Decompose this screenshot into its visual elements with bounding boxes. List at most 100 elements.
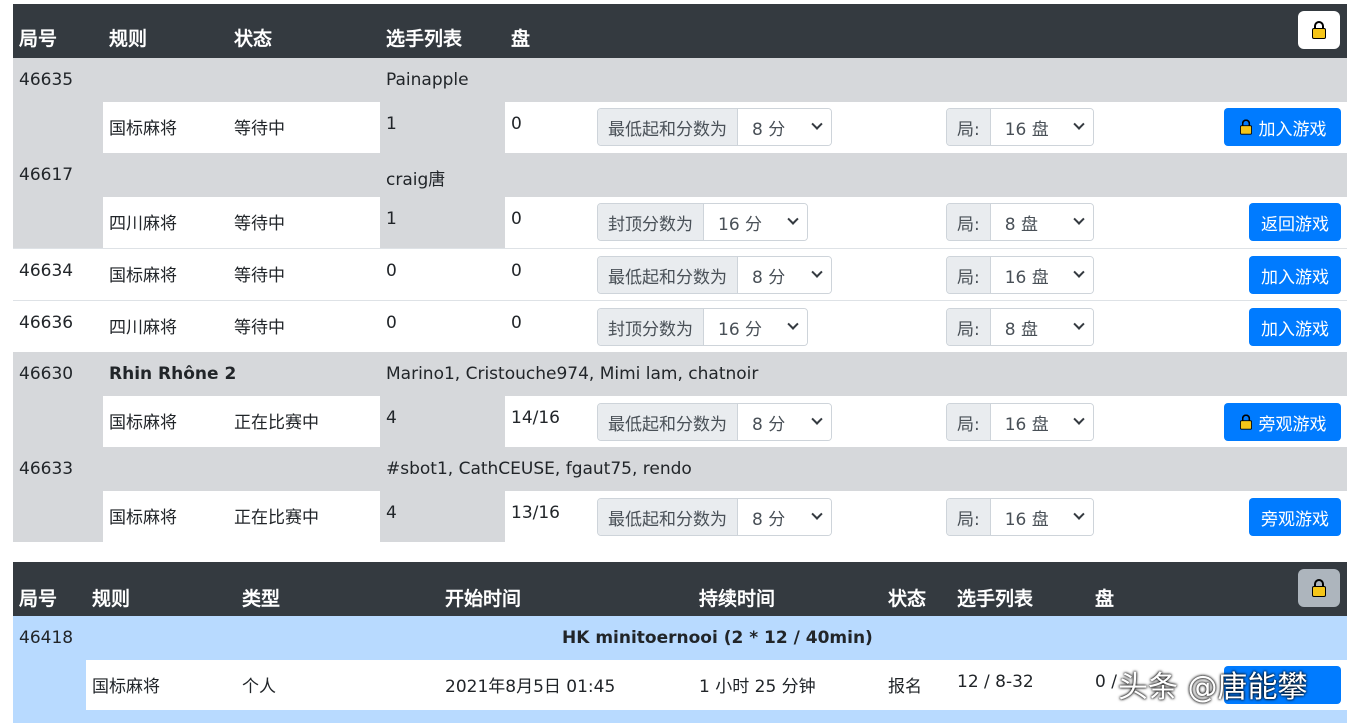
round-select[interactable]: 局: 16 盘 [946, 403, 1094, 441]
round-select[interactable]: 局: 16 盘 [946, 108, 1094, 146]
game-name: Rhin Rhône 2 [109, 364, 237, 384]
round-select-label: 局: [947, 499, 991, 535]
score-select[interactable]: 最低起和分数为 8 分 [597, 403, 832, 441]
game-title-row: 46633 #sbot1, CathCEUSE, fgaut75, rendo [13, 447, 1347, 491]
game-rounds-played: 0 [511, 313, 522, 333]
chevron-down-icon [1073, 508, 1085, 520]
score-select[interactable]: 最低起和分数为 8 分 [597, 256, 832, 294]
lock-icon [1239, 414, 1252, 430]
game-status: 正在比赛中 [234, 508, 319, 528]
chevron-down-icon [1073, 118, 1085, 130]
join-game-label: 加入游戏 [1261, 267, 1329, 288]
game-id: 46630 [19, 364, 74, 384]
join-game-label: 加入游戏 [1261, 319, 1329, 340]
game-rounds-played: 0 [511, 261, 522, 281]
score-select-label: 封顶分数为 [598, 309, 704, 345]
score-select-value: 8 分 [752, 414, 786, 435]
game-id: 46636 [19, 313, 74, 333]
game-player-count: 1 [386, 114, 397, 134]
round-select[interactable]: 局: 16 盘 [946, 498, 1094, 536]
game-rounds-played: 13/16 [511, 503, 560, 523]
tournament-players: 12 / 8-32 [957, 672, 1034, 692]
round-select[interactable]: 局: 8 盘 [946, 308, 1094, 346]
chevron-down-icon [811, 508, 823, 520]
round-select[interactable]: 局: 16 盘 [946, 256, 1094, 294]
header-rule: 规则 [109, 28, 148, 50]
score-select-label: 最低起和分数为 [598, 499, 738, 535]
game-id: 46635 [19, 70, 74, 90]
header-rounds: 盘 [511, 28, 531, 50]
game-detail-row: 国标麻将 等待中 1 0 最低起和分数为 8 分 局: 16 盘 加入游戏 [13, 102, 1347, 153]
join-game-button[interactable]: 加入游戏 [1224, 108, 1341, 146]
game-rounds-played: 0 [511, 114, 522, 134]
game-player-count: 0 [386, 261, 397, 281]
game-detail-row: 国标麻将 正在比赛中 4 14/16 最低起和分数为 8 分 局: 16 盘 旁… [13, 396, 1347, 447]
lock-filter-button[interactable] [1298, 569, 1340, 607]
score-select[interactable]: 封顶分数为 16 分 [597, 308, 808, 346]
watch-game-button[interactable]: 旁观游戏 [1249, 498, 1341, 536]
score-select-value: 8 分 [752, 119, 786, 140]
header-status: 状态 [234, 28, 273, 50]
score-select[interactable]: 最低起和分数为 8 分 [597, 498, 832, 536]
game-title-row: 46617 craig唐 [13, 153, 1347, 197]
return-game-label: 返回游戏 [1261, 214, 1329, 235]
game-players: craig唐 [386, 170, 446, 190]
game-id: 46617 [19, 165, 74, 185]
chevron-down-icon [1073, 213, 1085, 225]
game-detail-row: 国标麻将 正在比赛中 4 13/16 最低起和分数为 8 分 局: 16 盘 旁… [13, 491, 1347, 542]
game-rule: 国标麻将 [109, 119, 177, 139]
tournament-start: 2021年8月5日 01:45 [445, 677, 616, 697]
join-game-button[interactable]: 加入游戏 [1249, 256, 1341, 294]
score-select[interactable]: 封顶分数为 16 分 [597, 203, 808, 241]
round-select-label: 局: [947, 257, 991, 293]
game-detail-row: 四川麻将 等待中 1 0 封顶分数为 16 分 局: 8 盘 返回游戏 [13, 197, 1347, 248]
chevron-down-icon [1073, 266, 1085, 278]
game-player-count: 0 [386, 313, 397, 333]
score-select[interactable]: 最低起和分数为 8 分 [597, 108, 832, 146]
lock-icon [1312, 21, 1326, 39]
chevron-down-icon [1073, 318, 1085, 330]
game-id: 46633 [19, 459, 74, 479]
tournament-rounds: 0 / [1095, 672, 1117, 692]
tournament-rule: 国标麻将 [92, 677, 160, 697]
games-table-header: 局号 规则 状态 选手列表 盘 [13, 4, 1347, 58]
round-select-label: 局: [947, 309, 991, 345]
round-select-value: 16 盘 [1004, 119, 1049, 140]
round-select-label: 局: [947, 404, 991, 440]
tournament-status: 报名 [888, 677, 922, 697]
game-player-count: 4 [386, 408, 397, 428]
lock-icon [1239, 119, 1252, 135]
score-select-label: 最低起和分数为 [598, 404, 738, 440]
join-game-button[interactable]: 加入游戏 [1249, 308, 1341, 346]
game-status: 等待中 [234, 318, 285, 338]
score-select-value: 8 分 [752, 509, 786, 530]
round-select-label: 局: [947, 204, 991, 240]
game-players: Marino1, Cristouche974, Mimi lam, chatno… [386, 364, 759, 384]
game-players: Painapple [386, 70, 469, 90]
watch-game-label: 旁观游戏 [1261, 509, 1329, 530]
header-id: 局号 [19, 28, 58, 50]
lock-icon [1312, 579, 1326, 597]
chevron-down-icon [811, 118, 823, 130]
watch-game-button[interactable]: 旁观游戏 [1224, 403, 1341, 441]
game-player-count: 4 [386, 503, 397, 523]
return-game-button[interactable]: 返回游戏 [1249, 203, 1341, 241]
header-id: 局号 [19, 588, 58, 610]
header-duration: 持续时间 [699, 588, 776, 610]
game-row: 46636 四川麻将 等待中 0 0 封顶分数为 16 分 局: 8 盘 加入游… [13, 300, 1347, 352]
round-select[interactable]: 局: 8 盘 [946, 203, 1094, 241]
score-select-value: 16 分 [718, 214, 763, 235]
watch-game-label: 旁观游戏 [1258, 414, 1327, 435]
score-select-value: 16 分 [718, 319, 763, 340]
header-rounds: 盘 [1095, 588, 1115, 610]
chevron-down-icon [787, 318, 799, 330]
round-select-value: 8 盘 [1004, 319, 1038, 340]
header-rule: 规则 [92, 588, 131, 610]
header-status: 状态 [888, 588, 927, 610]
game-rule: 四川麻将 [109, 318, 177, 338]
header-start: 开始时间 [445, 588, 522, 610]
lock-filter-button[interactable] [1298, 11, 1340, 49]
game-players: #sbot1, CathCEUSE, fgaut75, rendo [386, 459, 692, 479]
tournament-duration: 1 小时 25 分钟 [699, 677, 816, 697]
game-player-count: 1 [386, 209, 397, 229]
